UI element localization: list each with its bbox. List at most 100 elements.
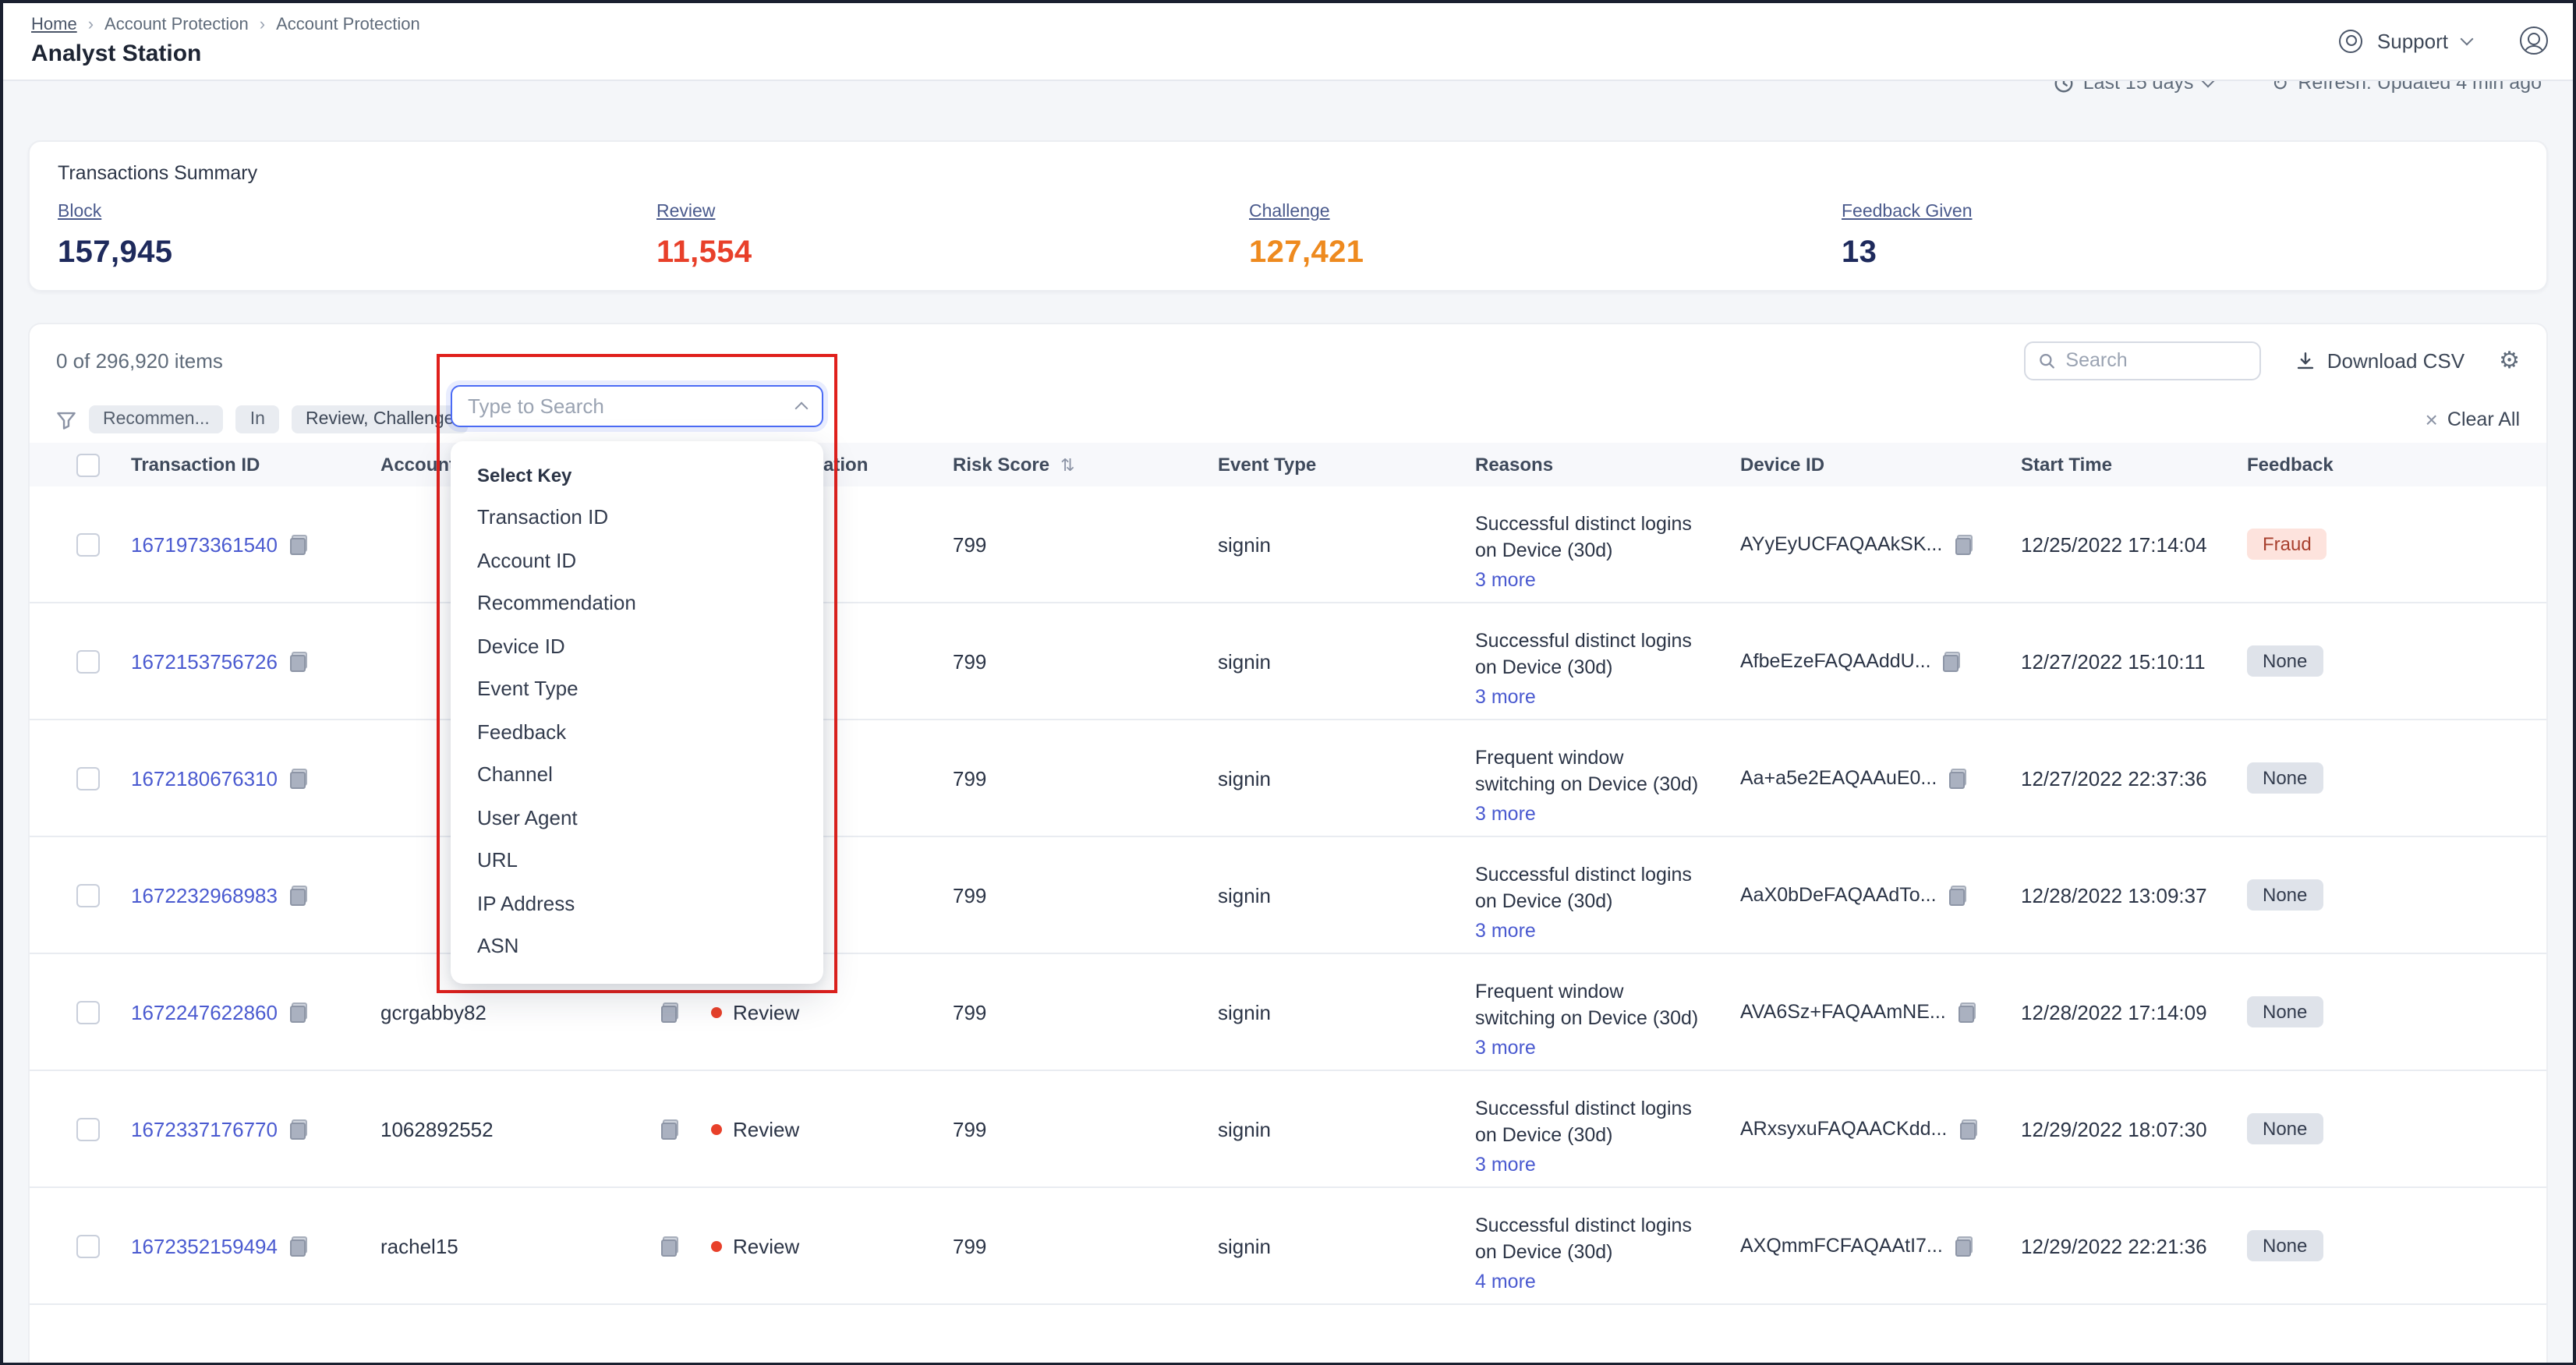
metric-block: Block 157,945: [58, 196, 172, 271]
dropdown-option-feedback[interactable]: Feedback: [451, 710, 823, 753]
table-row: 1672180676310 799 signin Frequent window…: [30, 720, 2546, 837]
gear-icon[interactable]: ⚙: [2499, 348, 2520, 372]
dropdown-option-asn[interactable]: ASN: [451, 925, 823, 967]
more-reasons-link[interactable]: 3 more: [1475, 918, 1536, 945]
dropdown-option-ip-address[interactable]: IP Address: [451, 882, 823, 925]
row-checkbox[interactable]: [76, 766, 99, 790]
copy-icon[interactable]: [288, 534, 309, 554]
reason-text: Successful distinct logins on Device (30…: [1475, 1213, 1728, 1266]
dropdown-option-account-id[interactable]: Account ID: [451, 539, 823, 582]
copy-icon[interactable]: [288, 1119, 309, 1139]
copy-icon[interactable]: [288, 1002, 309, 1022]
chevron-right-icon: [88, 16, 94, 34]
copy-icon[interactable]: [1942, 651, 1962, 671]
transaction-id-link[interactable]: 1672232968983: [131, 883, 278, 907]
breadcrumb-home-link[interactable]: Home: [31, 16, 77, 34]
copy-icon[interactable]: [1948, 768, 1968, 788]
reason-text: Successful distinct logins on Device (30…: [1475, 628, 1728, 681]
dropdown-option-user-agent[interactable]: User Agent: [451, 796, 823, 839]
more-reasons-link[interactable]: 3 more: [1475, 684, 1536, 711]
metric-challenge-value: 127,421: [1249, 235, 1364, 271]
event-type: signin: [1218, 532, 1271, 556]
transaction-id-link[interactable]: 1672352159494: [131, 1234, 278, 1257]
filter-chip-operator[interactable]: In: [236, 405, 279, 433]
reason-text: Successful distinct logins on Device (30…: [1475, 862, 1728, 915]
copy-icon[interactable]: [1958, 1119, 1978, 1139]
row-checkbox[interactable]: [76, 1000, 99, 1024]
copy-icon[interactable]: [1954, 1236, 1974, 1256]
copy-icon[interactable]: [288, 1236, 309, 1256]
copy-icon[interactable]: [1948, 885, 1968, 905]
transaction-id-link[interactable]: 1672247622860: [131, 1000, 278, 1024]
row-checkbox[interactable]: [76, 1117, 99, 1140]
filter-chip-values[interactable]: Review, Challenge: [292, 405, 469, 433]
col-header-transaction-id: Transaction ID: [119, 454, 368, 476]
download-icon: [2296, 350, 2316, 370]
copy-icon[interactable]: [660, 1119, 680, 1139]
key-search-input[interactable]: [468, 394, 797, 418]
transaction-id-link[interactable]: 1672337176770: [131, 1117, 278, 1140]
start-time: 12/29/2022 18:07:30: [2021, 1117, 2207, 1140]
chevron-up-icon: [795, 402, 809, 416]
copy-icon[interactable]: [1957, 1002, 1977, 1022]
dropdown-option-url[interactable]: URL: [451, 839, 823, 882]
search-box[interactable]: [2025, 341, 2262, 380]
row-checkbox[interactable]: [76, 883, 99, 907]
search-icon: [2039, 350, 2057, 370]
dropdown-option-device-id[interactable]: Device ID: [451, 624, 823, 667]
sort-icon[interactable]: ⇅: [1060, 454, 1074, 475]
dropdown-option-transaction-id[interactable]: Transaction ID: [451, 496, 823, 539]
risk-score-header-label: Risk Score: [953, 454, 1049, 476]
breadcrumb: Home Account Protection Account Protecti…: [31, 16, 2545, 34]
feedback-badge: None: [2247, 1113, 2323, 1144]
clear-all-button[interactable]: × Clear All: [2426, 408, 2520, 430]
support-menu[interactable]: Support: [2377, 29, 2448, 52]
select-all-checkbox[interactable]: [76, 453, 99, 476]
copy-icon[interactable]: [288, 651, 309, 671]
transaction-id-link[interactable]: 1672180676310: [131, 766, 278, 790]
metric-challenge-label[interactable]: Challenge: [1249, 203, 1330, 221]
metric-review: Review 11,554: [656, 196, 752, 271]
review-dot-icon: [711, 1240, 722, 1251]
copy-icon[interactable]: [288, 885, 309, 905]
more-reasons-link[interactable]: 3 more: [1475, 1035, 1536, 1062]
filter-chip-key[interactable]: Recommen...: [89, 405, 224, 433]
risk-score: 799: [953, 649, 986, 673]
row-checkbox[interactable]: [76, 532, 99, 556]
copy-icon[interactable]: [1953, 534, 1973, 554]
device-id: ARxsyxuFAQAACKdd...: [1740, 1118, 1947, 1140]
dropdown-option-recommendation[interactable]: Recommendation: [451, 582, 823, 624]
risk-score: 799: [953, 1117, 986, 1140]
start-time: 12/25/2022 17:14:04: [2021, 532, 2207, 556]
copy-icon[interactable]: [660, 1236, 680, 1256]
event-type: signin: [1218, 1234, 1271, 1257]
copy-icon[interactable]: [288, 768, 309, 788]
search-input[interactable]: [2065, 349, 2247, 371]
row-checkbox[interactable]: [76, 1234, 99, 1257]
dropdown-option-event-type[interactable]: Event Type: [451, 667, 823, 710]
row-checkbox[interactable]: [76, 649, 99, 673]
analyst-station-page: Last 15 days ↻ Refresh: Updated 4 min ag…: [0, 0, 2576, 1365]
dropdown-option-channel[interactable]: Channel: [451, 753, 823, 796]
key-search-combobox[interactable]: [451, 385, 823, 427]
start-time: 12/28/2022 13:09:37: [2021, 883, 2207, 907]
user-avatar-icon[interactable]: [2520, 27, 2548, 55]
metric-review-label[interactable]: Review: [656, 203, 715, 221]
transaction-id-link[interactable]: 1671973361540: [131, 532, 278, 556]
more-reasons-link[interactable]: 4 more: [1475, 1269, 1536, 1296]
breadcrumb-item[interactable]: Account Protection: [104, 16, 249, 34]
start-time: 12/28/2022 17:14:09: [2021, 1000, 2207, 1024]
transaction-id-link[interactable]: 1672153756726: [131, 649, 278, 673]
download-csv-button[interactable]: Download CSV: [2296, 348, 2465, 372]
device-id: AYyEyUCFAQAAkSK...: [1740, 533, 1942, 555]
review-dot-icon: [711, 1006, 722, 1017]
more-reasons-link[interactable]: 3 more: [1475, 801, 1536, 828]
more-reasons-link[interactable]: 3 more: [1475, 1152, 1536, 1179]
metric-feedback-given-label[interactable]: Feedback Given: [1842, 203, 1973, 221]
risk-score: 799: [953, 532, 986, 556]
more-reasons-link[interactable]: 3 more: [1475, 568, 1536, 594]
metric-block-label[interactable]: Block: [58, 203, 101, 221]
copy-icon[interactable]: [660, 1002, 680, 1022]
device-id: Aa+a5e2EAQAAuE0...: [1740, 767, 1937, 789]
reason-text: Successful distinct logins on Device (30…: [1475, 1096, 1728, 1149]
